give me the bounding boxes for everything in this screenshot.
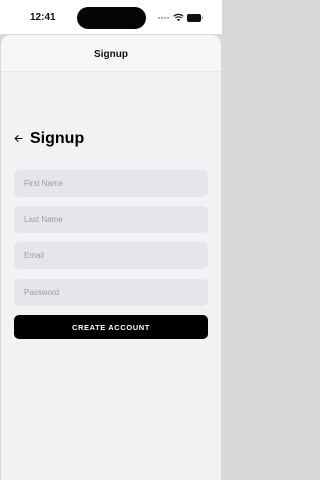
page-title: Signup (30, 130, 85, 147)
status-time: 12:41 (30, 12, 56, 23)
signal-dots-icon (158, 17, 170, 20)
back-arrow-icon[interactable] (14, 134, 23, 143)
signup-sheet: Signup Signup CREATE ACCOUNT (1, 35, 221, 480)
last-name-field[interactable] (14, 206, 208, 233)
email-field[interactable] (14, 242, 208, 269)
page-header: Signup (14, 129, 194, 149)
dynamic-island (77, 7, 146, 29)
create-account-button[interactable]: CREATE ACCOUNT (14, 315, 208, 339)
battery-icon (187, 14, 203, 22)
status-bar: 12:41 (0, 0, 222, 34)
wifi-icon (173, 13, 184, 22)
password-field[interactable] (14, 279, 208, 306)
navigation-bar: Signup (1, 35, 221, 72)
nav-title: Signup (94, 49, 128, 60)
first-name-field[interactable] (14, 170, 208, 197)
status-icons (158, 13, 208, 23)
